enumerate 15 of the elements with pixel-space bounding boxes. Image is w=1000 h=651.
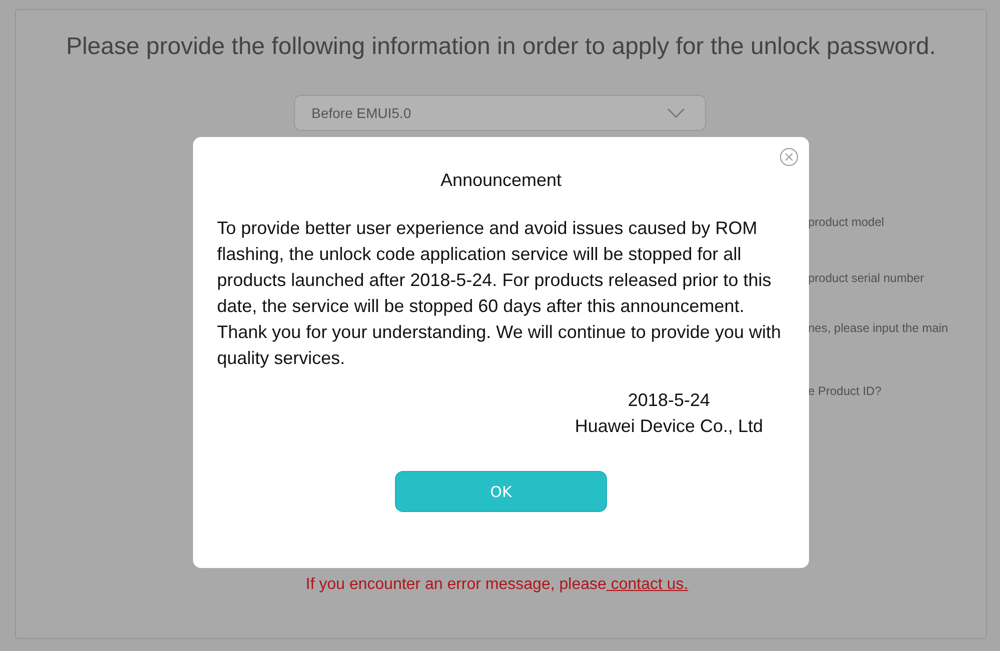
version-dropdown[interactable]: Before EMUI5.0 (294, 95, 706, 131)
announcement-text: Thank you for your understanding. We will continue to provide you with quality services. (217, 321, 782, 370)
field-hint: product serial number (808, 271, 926, 285)
error-note: If you encounter an error message, please (306, 576, 606, 593)
signature: Huawei Device Co., Ltd (574, 415, 763, 438)
dialog-title: Announcement (439, 169, 563, 191)
close-icon[interactable] (779, 147, 799, 167)
announcement-text: To provide better user experience and avoid issues caused by ROM flashing, the unlock code application service will be stopped for all products launched after 2018-5-24. For products released prior to this date, the service will be stopped 60 days after this announcement. (217, 217, 772, 318)
field-hint: product model (808, 215, 886, 229)
field-hint: nes, please input the main (808, 321, 948, 335)
page-title: Please provide the following information in order to apply for the unlock password. (66, 32, 936, 62)
contact-link[interactable]: contact us. (606, 576, 688, 593)
ok-button[interactable]: OK (395, 471, 607, 512)
chevron-down-icon (666, 108, 684, 118)
announcement-date: 2018-5-24 (628, 389, 710, 412)
